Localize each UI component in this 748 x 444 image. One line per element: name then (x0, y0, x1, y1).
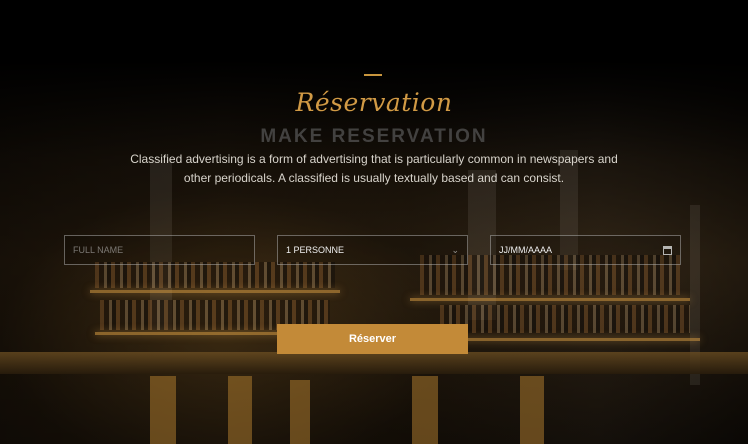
chevron-down-icon: ⌄ (451, 244, 459, 255)
section-description: Classified advertising is a form of adve… (130, 152, 618, 185)
full-name-input[interactable] (64, 235, 255, 265)
section-ghost-title: MAKE RESERVATION (260, 126, 488, 147)
persons-select-value: 1 PERSONNE (286, 245, 345, 255)
reservation-section: Réservation MAKE RESERVATION Classified … (0, 0, 748, 444)
bar-background-image (0, 0, 748, 444)
calendar-icon[interactable] (663, 245, 672, 255)
date-input[interactable]: JJ/MM/AAAA (490, 235, 681, 265)
section-script-title: Réservation (295, 88, 453, 117)
reserve-button[interactable]: Réserver (277, 324, 468, 354)
date-input-value: JJ/MM/AAAA (499, 245, 553, 255)
persons-select[interactable]: 1 PERSONNE ⌄ (277, 235, 468, 265)
title-divider (364, 74, 382, 76)
